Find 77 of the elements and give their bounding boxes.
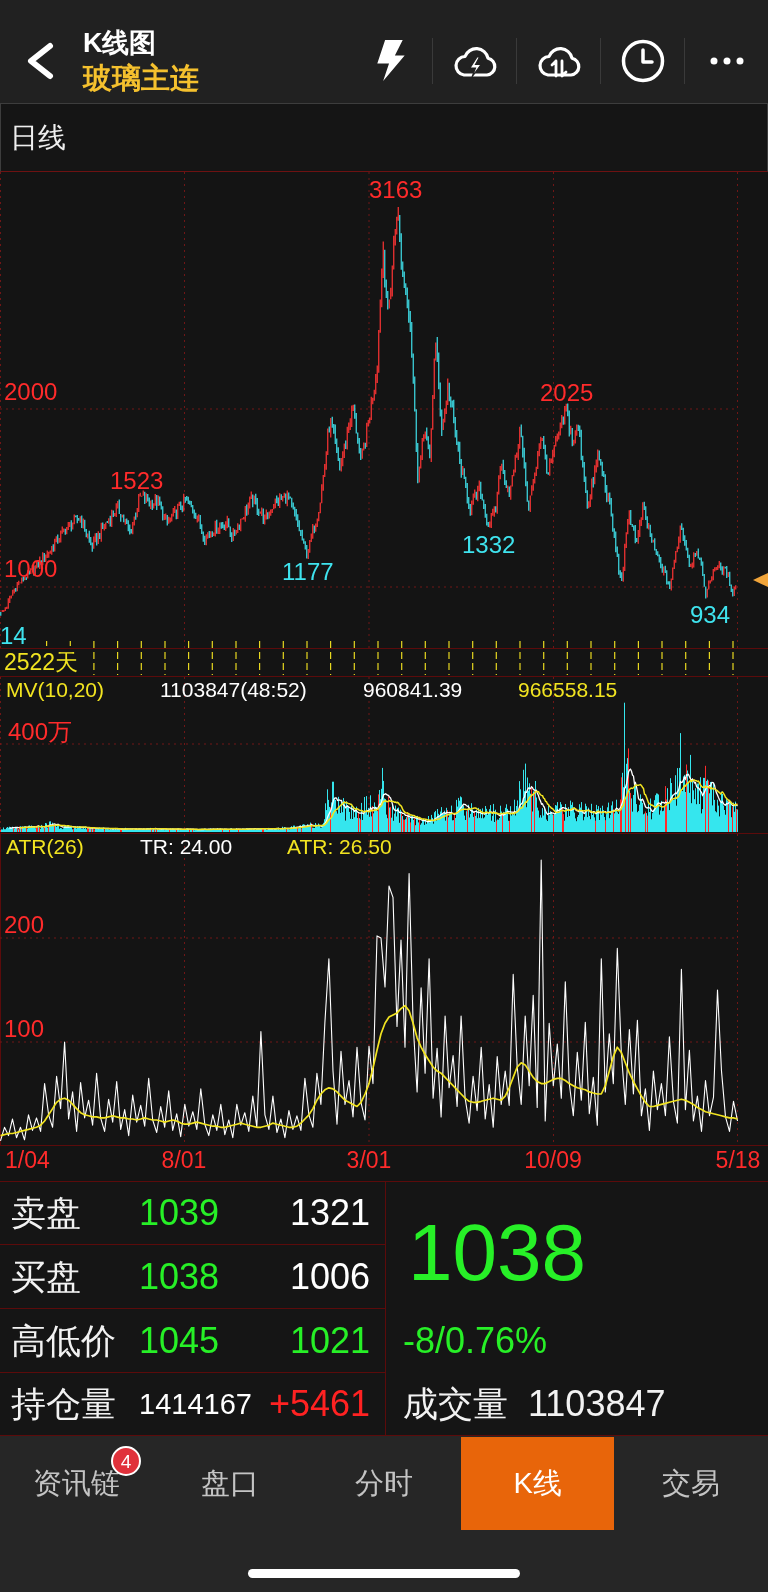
volume-axis-label: 400万	[8, 718, 73, 746]
dashed-marker	[69, 640, 71, 647]
quote-value: 1039	[139, 1193, 221, 1233]
dashed-marker	[495, 640, 497, 676]
quote-label: 卖盘	[11, 1193, 82, 1233]
dashed-marker	[93, 640, 95, 676]
legend-label: ATR: 26.50	[287, 835, 392, 858]
dashed-marker	[472, 640, 474, 676]
high-price-label: 3163	[369, 176, 423, 204]
dashed-marker	[306, 640, 308, 676]
legend-label: 1103847(48:52)	[160, 678, 307, 701]
dashed-marker	[353, 640, 355, 676]
legend-label: TR: 24.00	[140, 835, 233, 858]
dashed-marker	[732, 640, 734, 676]
dashed-marker	[566, 640, 568, 676]
atr-axis-label: 100	[4, 1015, 45, 1042]
dashed-marker	[424, 640, 426, 676]
dashed-marker	[282, 640, 284, 676]
dashed-marker	[211, 640, 213, 676]
quote-value: 1414167	[139, 1387, 253, 1422]
dashed-marker	[377, 640, 379, 676]
legend-label: 960841.39	[363, 678, 463, 701]
price-pointer-icon	[753, 573, 768, 587]
legend-label: 966558.15	[518, 678, 618, 701]
back-icon[interactable]	[25, 41, 55, 80]
period-selector[interactable]: 日线	[0, 103, 768, 172]
dashed-marker	[590, 640, 592, 676]
screen-title: K线图	[83, 26, 158, 60]
dashed-marker	[235, 640, 237, 676]
date-axis-label: 8/01	[161, 1147, 207, 1173]
quote-label: 持仓量	[11, 1384, 117, 1424]
last-price: 1038	[408, 1208, 586, 1297]
dashed-marker	[401, 640, 403, 676]
quote-label: 高低价	[11, 1320, 117, 1361]
quote-value: 1045	[139, 1320, 221, 1361]
dashed-marker	[188, 640, 190, 676]
quote-value: 1321	[289, 1193, 370, 1233]
price-axis-label: 2000	[4, 378, 58, 406]
dashed-marker	[164, 640, 166, 676]
quote-value: 1021	[289, 1320, 370, 1361]
volume-label: 成交量	[403, 1384, 508, 1424]
quote-value: 1038	[139, 1256, 221, 1297]
volume-value: 1103847	[528, 1384, 666, 1424]
quote-value: +5461	[268, 1384, 370, 1424]
quote-label: 买盘	[11, 1256, 82, 1297]
quote-value: 1006	[289, 1256, 370, 1297]
dashed-marker	[519, 640, 521, 676]
low-price-label: 1332	[462, 531, 516, 559]
dashed-marker	[543, 640, 545, 676]
contract-name: 玻璃主连	[83, 60, 199, 96]
clock-icon[interactable]	[620, 38, 665, 83]
date-axis-label: 5/18	[715, 1147, 761, 1173]
dashed-marker	[637, 640, 639, 676]
chart-title: ATR(26)	[6, 835, 84, 858]
legend-label: MV(10,20)	[6, 678, 105, 701]
dashed-marker	[330, 640, 332, 676]
date-axis-label: 10/09	[524, 1147, 582, 1173]
dashed-marker	[685, 640, 687, 676]
dashed-marker	[614, 640, 616, 676]
date-axis-label: 1/04	[5, 1147, 50, 1173]
dashed-marker	[46, 640, 48, 647]
dashed-marker	[448, 640, 450, 676]
price-change: -8/0.76%	[403, 1321, 548, 1361]
date-axis-label: 3/01	[346, 1147, 392, 1173]
day-count-label: 2522天	[4, 649, 79, 675]
dashed-marker	[661, 640, 663, 676]
low-price-label: 1177	[282, 558, 334, 586]
high-price-label: 1523	[110, 467, 164, 495]
low-price-label: 934	[690, 601, 731, 629]
dashed-marker	[117, 640, 119, 676]
atr-axis-label: 200	[4, 911, 45, 938]
dashed-marker	[708, 640, 710, 676]
more-icon[interactable]	[709, 56, 744, 65]
high-price-label: 2025	[540, 379, 594, 407]
dashed-marker	[259, 640, 261, 676]
low-price-label: 14	[0, 622, 27, 650]
dashed-marker	[140, 640, 142, 676]
